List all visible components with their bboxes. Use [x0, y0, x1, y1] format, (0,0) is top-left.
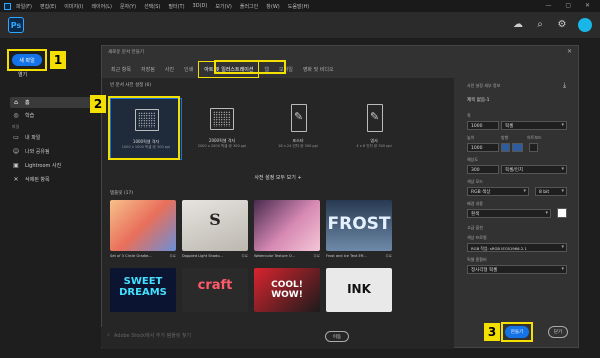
tab-saved[interactable]: 저장됨 [136, 62, 160, 77]
brush-icon: ✎ [294, 110, 304, 123]
close-button[interactable]: 닫기 [548, 326, 568, 338]
stock-search-bar: ⌕ Adobe Stock에서 추가 템플릿 찾기 이동 [101, 327, 349, 347]
template-thumb[interactable]: craft [182, 268, 248, 312]
tab-film-video[interactable]: 영화 및 비디오 [298, 62, 339, 77]
trash-icon: ✕ [13, 176, 19, 183]
dialog-title: 새로운 문서 만들기 [108, 50, 144, 55]
brush-icon: ✎ [370, 110, 380, 123]
highlight-box-tab [214, 60, 286, 74]
window-controls[interactable]: — ▢ ✕ [545, 2, 596, 9]
files-section-label: 파일 [12, 124, 20, 129]
template-thumb[interactable] [110, 200, 176, 251]
menu-help[interactable]: 도움말(H) [288, 3, 309, 10]
folder-icon: ▭ [13, 134, 19, 141]
sidebar [0, 38, 98, 358]
tab-photo[interactable]: 사진 [160, 62, 179, 77]
portrait-orientation-icon[interactable] [501, 143, 510, 152]
width-unit-select[interactable]: 픽셀 [501, 121, 567, 130]
template-thumb[interactable]: SWEET DREAMS [110, 268, 176, 312]
annotation-1: 1 [50, 51, 66, 69]
tab-print[interactable]: 인쇄 [179, 62, 198, 77]
avatar[interactable] [578, 18, 592, 32]
preset-postcard[interactable]: ✎ 엽서 4 x 6 인치 @ 300 ppi [338, 98, 410, 160]
template-thumb[interactable] [254, 200, 320, 251]
sidebar-item-learn[interactable]: ◎ 학습 [10, 110, 94, 121]
sidebar-item-home[interactable]: ⌂ 홈 [10, 97, 94, 108]
annotation-3: 3 [484, 323, 500, 341]
highlight-box-3 [501, 322, 533, 342]
menu-window[interactable]: 창(W) [266, 3, 279, 10]
menu-edit[interactable]: 편집(E) [40, 3, 56, 10]
home-icon: ⌂ [14, 99, 18, 106]
see-all-presets-link[interactable]: 사전 설정 모두 보기 + [102, 174, 454, 181]
photoshop-logo: Ps [8, 17, 24, 33]
width-input[interactable]: 1000 [467, 121, 499, 130]
highlight-box-1 [7, 49, 47, 71]
background-color-swatch[interactable] [557, 208, 567, 218]
details-header: 사전 설정 세부 정보 [467, 83, 501, 88]
dialog-close-icon[interactable]: ✕ [567, 48, 572, 55]
menu-view[interactable]: 보기(V) [215, 3, 232, 10]
menu-select[interactable]: 선택(S) [144, 3, 160, 10]
save-preset-icon[interactable]: ⤓ [563, 81, 566, 90]
menu-bar: 파일(F) 편집(E) 이미지(I) 레이어(L) 문자(Y) 선택(S) 필터… [0, 0, 600, 12]
menu-layer[interactable]: 레이어(L) [91, 3, 112, 10]
sidebar-item-shared[interactable]: ☺ 나와 공유됨 [10, 146, 94, 157]
template-thumb[interactable]: INK [326, 268, 392, 312]
learn-icon: ◎ [13, 112, 19, 119]
advanced-options-toggle[interactable]: 고급 옵션 [467, 225, 483, 231]
resolution-input[interactable]: 300 [467, 165, 499, 174]
shared-icon: ☺ [12, 148, 20, 155]
lightroom-icon: ▣ [13, 162, 19, 169]
app-header: Ps ☁ ⌕ ⚙ [0, 12, 600, 38]
highlight-box-2 [108, 96, 180, 160]
stock-search-go-button[interactable]: 이동 [325, 331, 349, 342]
menu-plugins[interactable]: 플러그인 [240, 3, 258, 10]
ps-mini-icon [4, 2, 11, 10]
bit-depth-select[interactable]: 8 bit [535, 187, 567, 196]
gear-icon[interactable]: ⚙ [556, 19, 568, 31]
cloud-icon[interactable]: ☁ [512, 19, 524, 31]
stock-search-input[interactable]: Adobe Stock에서 추가 템플릿 찾기 [114, 332, 191, 339]
height-input[interactable]: 1000 [467, 143, 499, 152]
menu-file[interactable]: 파일(F) [16, 3, 32, 10]
search-icon: ⌕ [107, 332, 110, 338]
sidebar-item-my-files[interactable]: ▭ 내 파일 [10, 132, 94, 143]
menu-image[interactable]: 이미지(I) [64, 3, 83, 10]
landscape-orientation-icon[interactable] [512, 143, 523, 152]
color-mode-select[interactable]: RGB 색상 [467, 187, 529, 196]
preset-poster[interactable]: ✎ 포스터 18 x 24 인치 @ 300 ppi [262, 98, 334, 160]
preset-details-pane: 사전 설정 세부 정보 ⤓ 제목 없음-1 폭 1000 픽셀 높이 방향 아트… [455, 77, 579, 348]
color-profile-select[interactable]: RGB 작업: sRGB IEC61966-2.1 [467, 243, 567, 252]
template-thumb[interactable]: S [182, 200, 248, 251]
sidebar-item-deleted[interactable]: ✕ 삭제된 항목 [10, 174, 94, 185]
template-thumb[interactable]: FROST [326, 200, 392, 251]
tab-recent[interactable]: 최근 항목 [106, 62, 136, 77]
templates-title: 템플릿 (17) [110, 191, 134, 196]
pixel-aspect-ratio-select[interactable]: 정사각형 픽셀 [467, 265, 567, 274]
blank-presets-title: 빈 문서 사전 설정 (6) [110, 83, 152, 88]
search-icon[interactable]: ⌕ [534, 19, 546, 31]
open-button[interactable]: 열기 [18, 71, 27, 78]
menu-type[interactable]: 문자(Y) [120, 3, 136, 10]
sidebar-item-lightroom[interactable]: ▣ Lightroom 사진 [10, 160, 94, 171]
menu-filter[interactable]: 필터(T) [168, 3, 184, 10]
artboard-checkbox[interactable] [529, 143, 538, 152]
template-thumb[interactable]: COOL! WOW! [254, 268, 320, 312]
menu-3d[interactable]: 3D(D) [193, 3, 208, 9]
preset-2000px-grid[interactable]: 2000픽셀 격자 2000 x 2000 픽셀 @ 300 ppi [186, 98, 258, 160]
annotation-2: 2 [90, 95, 106, 113]
document-name[interactable]: 제목 없음-1 [467, 97, 489, 103]
resolution-unit-select[interactable]: 픽셀/인치 [501, 165, 567, 174]
background-contents-select[interactable]: 흰색 [467, 209, 551, 218]
